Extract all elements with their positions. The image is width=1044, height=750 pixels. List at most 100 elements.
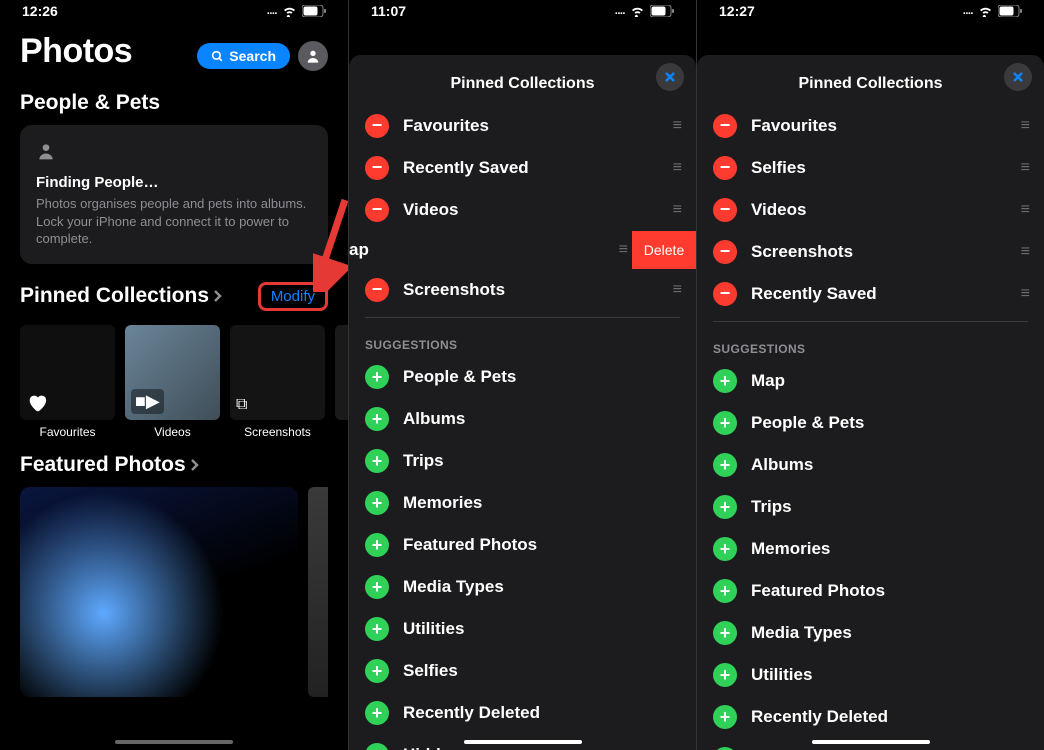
suggestion-row[interactable]: + Recently Deleted (349, 692, 696, 734)
remove-button[interactable]: − (365, 156, 389, 180)
finding-people-card: Finding People… Photos organises people … (20, 125, 328, 264)
featured-photo-2[interactable] (308, 487, 328, 697)
reorder-handle-icon[interactable]: ≡ (1021, 243, 1028, 261)
status-right: .... (267, 5, 326, 17)
add-button[interactable]: + (365, 407, 389, 431)
pinned-row[interactable]: − Recently Saved ≡ (349, 147, 696, 189)
suggestion-row[interactable]: + Media Types (697, 612, 1044, 654)
suggestion-row[interactable]: + Featured Photos (349, 524, 696, 566)
row-label: Media Types (751, 623, 1028, 643)
add-button[interactable]: + (365, 575, 389, 599)
status-dots: .... (963, 5, 973, 17)
featured-photo-1[interactable] (20, 487, 298, 697)
search-button[interactable]: Search (197, 43, 290, 69)
sheet-title: Pinned Collections (697, 75, 1044, 93)
add-button[interactable]: + (365, 491, 389, 515)
pinned-row[interactable]: − Favourites ≡ (697, 105, 1044, 147)
pinned-row-swiped[interactable]: ap ≡ Delete (349, 231, 696, 269)
pinned-thumb-4[interactable]: R (335, 325, 348, 439)
home-indicator[interactable] (812, 740, 930, 744)
suggestion-row[interactable]: + Albums (697, 444, 1044, 486)
add-button[interactable]: + (365, 365, 389, 389)
add-button[interactable]: + (713, 579, 737, 603)
home-indicator[interactable] (464, 740, 582, 744)
add-button[interactable]: + (365, 659, 389, 683)
suggestion-row[interactable]: + Media Types (349, 566, 696, 608)
pinned-row[interactable]: − Favourites ≡ (349, 105, 696, 147)
profile-button[interactable] (298, 41, 328, 71)
wifi-icon (978, 6, 993, 17)
status-dots: .... (267, 5, 277, 17)
add-button[interactable]: + (365, 701, 389, 725)
reorder-handle-icon[interactable]: ≡ (673, 159, 680, 177)
remove-button[interactable]: − (713, 156, 737, 180)
add-button[interactable]: + (365, 617, 389, 641)
pinned-row[interactable]: − Screenshots ≡ (349, 269, 696, 311)
pinned-thumb-videos[interactable]: ■▶ Videos (125, 325, 220, 439)
add-button[interactable]: + (713, 705, 737, 729)
pinned-row[interactable]: − Videos ≡ (697, 189, 1044, 231)
pinned-row[interactable]: − Videos ≡ (349, 189, 696, 231)
suggestion-row[interactable]: + Featured Photos (697, 570, 1044, 612)
pinned-row[interactable]: − Screenshots ≡ (697, 231, 1044, 273)
reorder-handle-icon[interactable]: ≡ (1021, 117, 1028, 135)
suggestion-row[interactable]: + Albums (349, 398, 696, 440)
reorder-handle-icon[interactable]: ≡ (1021, 201, 1028, 219)
suggestion-row[interactable]: + Trips (697, 486, 1044, 528)
battery-icon (998, 5, 1022, 17)
add-button[interactable]: + (713, 369, 737, 393)
suggestion-row[interactable]: + Selfies (349, 650, 696, 692)
phone-2-edit-pinned: 11:07 .... Pinned Collections − Favourit… (348, 0, 696, 750)
add-button[interactable]: + (713, 663, 737, 687)
suggestion-row[interactable]: + Memories (697, 528, 1044, 570)
suggestion-row[interactable]: + Recently Deleted (697, 696, 1044, 738)
add-button[interactable]: + (365, 743, 389, 750)
suggestion-row[interactable]: + Trips (349, 440, 696, 482)
suggestion-row[interactable]: + People & Pets (697, 402, 1044, 444)
reorder-handle-icon[interactable]: ≡ (673, 281, 680, 299)
pinned-row[interactable]: − Recently Saved ≡ (697, 273, 1044, 315)
remove-button[interactable]: − (365, 114, 389, 138)
suggestion-row[interactable]: + Utilities (349, 608, 696, 650)
add-button[interactable]: + (365, 533, 389, 557)
home-indicator[interactable] (115, 740, 233, 744)
remove-button[interactable]: − (713, 198, 737, 222)
status-bar: 12:27 .... (697, 0, 1044, 22)
close-button[interactable] (1004, 63, 1032, 91)
modify-button[interactable]: Modify (258, 282, 328, 311)
row-label: Map (751, 371, 1028, 391)
add-button[interactable]: + (713, 453, 737, 477)
plus-icon: + (372, 704, 383, 722)
people-pets-heading[interactable]: People & Pets (0, 79, 348, 121)
remove-button[interactable]: − (365, 198, 389, 222)
reorder-handle-icon[interactable]: ≡ (673, 201, 680, 219)
reorder-handle-icon[interactable]: ≡ (619, 241, 626, 259)
featured-photos-heading[interactable]: Featured Photos (0, 441, 348, 483)
pinned-thumb-favourites[interactable]: Favourites (20, 325, 115, 439)
remove-button[interactable]: − (365, 278, 389, 302)
plus-icon: + (720, 414, 731, 432)
suggestion-row[interactable]: + People & Pets (349, 356, 696, 398)
pinned-row[interactable]: − Selfies ≡ (697, 147, 1044, 189)
add-button[interactable]: + (713, 537, 737, 561)
add-button[interactable]: + (713, 411, 737, 435)
add-button[interactable]: + (365, 449, 389, 473)
remove-button[interactable]: − (713, 114, 737, 138)
plus-icon: + (720, 372, 731, 390)
plus-icon: + (372, 620, 383, 638)
close-button[interactable] (656, 63, 684, 91)
reorder-handle-icon[interactable]: ≡ (1021, 159, 1028, 177)
reorder-handle-icon[interactable]: ≡ (673, 117, 680, 135)
reorder-handle-icon[interactable]: ≡ (1021, 285, 1028, 303)
add-button[interactable]: + (713, 621, 737, 645)
suggestion-row[interactable]: + Utilities (697, 654, 1044, 696)
suggestion-row[interactable]: + Memories (349, 482, 696, 524)
pinned-thumb-screenshots[interactable]: ⧉ Screenshots (230, 325, 325, 439)
pinned-collections-heading[interactable]: Pinned Collections Modify (0, 270, 348, 317)
remove-button[interactable]: − (713, 240, 737, 264)
delete-button[interactable]: Delete (632, 231, 696, 269)
plus-icon: + (372, 536, 383, 554)
suggestion-row[interactable]: + Map (697, 360, 1044, 402)
add-button[interactable]: + (713, 495, 737, 519)
remove-button[interactable]: − (713, 282, 737, 306)
